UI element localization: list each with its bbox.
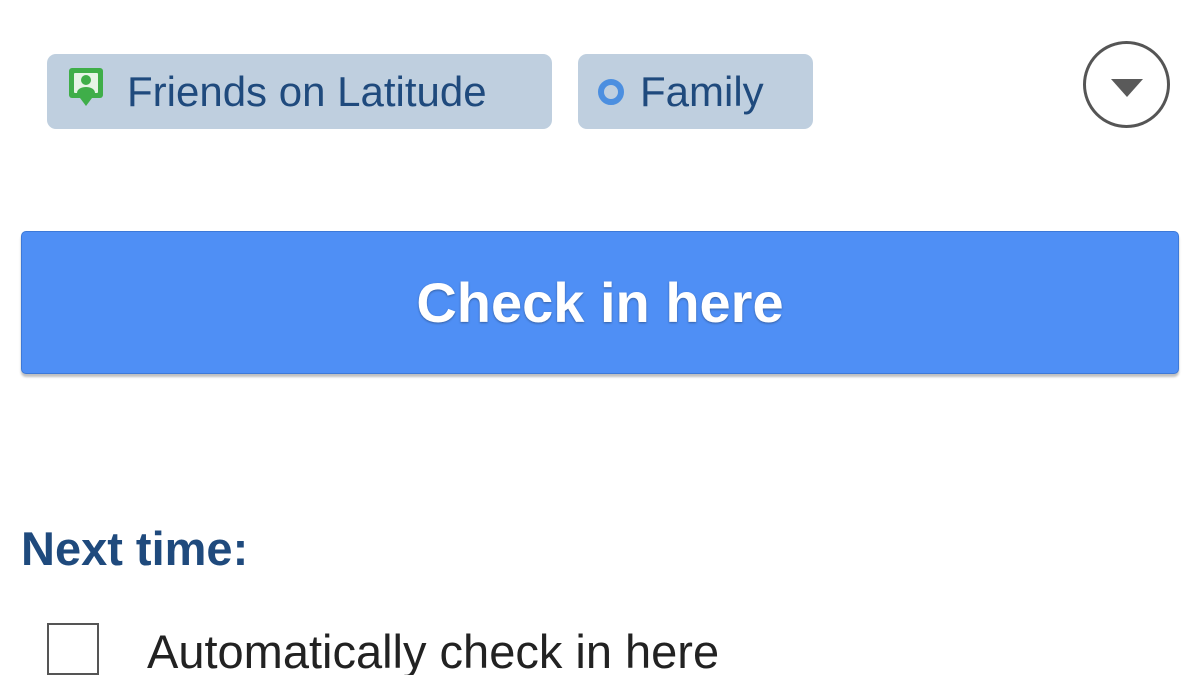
share-chip-friends-on-latitude[interactable]: Friends on Latitude	[47, 54, 552, 129]
checkin-screen: Friends on Latitude Family Check in here…	[0, 0, 1200, 675]
auto-checkin-checkbox[interactable]	[47, 623, 99, 675]
share-options-dropdown-button[interactable]	[1083, 41, 1170, 128]
share-chip-label: Family	[640, 67, 764, 115]
share-chip-label: Friends on Latitude	[127, 67, 487, 115]
circle-outline-icon	[598, 78, 624, 105]
chevron-down-icon	[1110, 78, 1143, 97]
next-time-heading: Next time:	[21, 522, 249, 575]
auto-checkin-label[interactable]: Automatically check in here	[147, 628, 719, 675]
share-chip-family[interactable]: Family	[578, 54, 813, 129]
check-in-button[interactable]: Check in here	[21, 231, 1179, 374]
latitude-person-pin-icon	[67, 66, 111, 117]
check-in-button-label: Check in here	[416, 271, 784, 334]
